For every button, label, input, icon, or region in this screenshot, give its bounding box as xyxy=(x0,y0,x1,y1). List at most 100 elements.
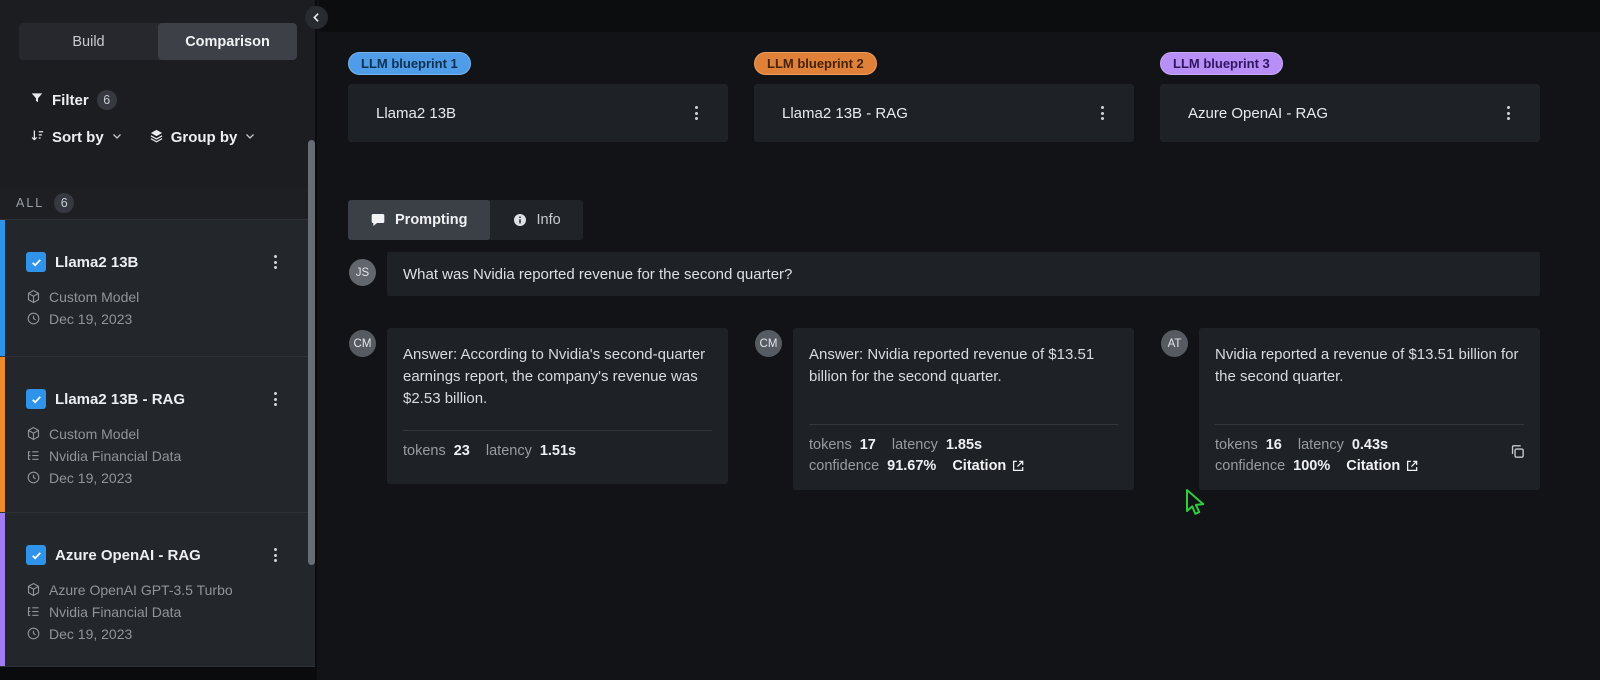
user-avatar: JS xyxy=(349,259,376,286)
model-accent-bar xyxy=(0,220,5,356)
filter-icon xyxy=(30,91,44,109)
blueprint-badge-3: LLM blueprint 3 xyxy=(1160,52,1283,75)
confidence-label: confidence xyxy=(1215,458,1285,474)
filter-label: Filter xyxy=(52,92,89,109)
top-band xyxy=(319,0,1600,32)
blueprint-name: Llama2 13B - RAG xyxy=(782,105,908,122)
model-date-row: Dec 19, 2023 xyxy=(26,625,233,642)
confidence-value: 100% xyxy=(1293,458,1330,474)
answer-card-3: Nvidia reported a revenue of $13.51 bill… xyxy=(1199,328,1540,490)
prompt-question-text: What was Nvidia reported revenue for the… xyxy=(403,266,792,283)
tokens-value: 16 xyxy=(1266,437,1282,453)
cube-icon xyxy=(26,289,41,304)
sidebar-bottom-strip xyxy=(0,666,315,680)
blueprint-badge-2: LLM blueprint 2 xyxy=(754,52,877,75)
cube-icon xyxy=(26,582,41,597)
model-accent-bar xyxy=(0,513,5,666)
tab-prompting[interactable]: Prompting xyxy=(348,200,490,240)
sidebar-collapse-button[interactable] xyxy=(305,6,328,29)
answer-avatar: AT xyxy=(1161,330,1188,357)
model-date-row: Dec 19, 2023 xyxy=(26,310,139,327)
section-all-label: ALL xyxy=(16,196,44,210)
section-all-count-badge: 6 xyxy=(54,193,74,213)
answer-stats: tokens 16 latency 0.43s confidence 100% … xyxy=(1215,424,1524,479)
model-checkbox[interactable] xyxy=(26,389,46,409)
chevron-left-icon xyxy=(310,11,323,24)
kebab-menu-icon[interactable] xyxy=(267,547,283,563)
model-item-llama2-13b-rag[interactable]: Llama2 13B - RAG Custom Model Nvidia Fin… xyxy=(0,356,315,512)
group-by-label: Group by xyxy=(171,129,238,146)
layers-icon xyxy=(149,128,164,147)
blueprint-header-card-2: Llama2 13B - RAG xyxy=(754,84,1134,142)
answer-avatar: CM xyxy=(349,330,376,357)
model-date-row: Dec 19, 2023 xyxy=(26,469,181,486)
latency-label: latency xyxy=(892,437,938,453)
sort-icon xyxy=(30,128,45,147)
tab-build[interactable]: Build xyxy=(19,23,158,60)
sidebar: Build Comparison Filter 6 Sort by xyxy=(0,0,317,680)
sidebar-scrollbar[interactable] xyxy=(308,140,315,565)
latency-value: 0.43s xyxy=(1352,437,1388,453)
model-name: Llama2 13B - RAG xyxy=(55,391,185,408)
answer-text: Answer: Nvidia reported revenue of $13.5… xyxy=(809,344,1118,388)
blueprint-name: Azure OpenAI - RAG xyxy=(1188,105,1328,122)
model-accent-bar xyxy=(0,357,5,512)
model-type-row: Custom Model xyxy=(26,288,139,305)
latency-value: 1.51s xyxy=(540,443,576,459)
blueprint-header-card-3: Azure OpenAI - RAG xyxy=(1160,84,1540,142)
answer-card-2: Answer: Nvidia reported revenue of $13.5… xyxy=(793,328,1134,490)
prompt-question-bar: What was Nvidia reported revenue for the… xyxy=(387,252,1540,296)
external-link-icon xyxy=(1405,459,1419,473)
filter-count-badge: 6 xyxy=(97,90,117,110)
clock-icon xyxy=(26,626,41,641)
answer-stats: tokens 23 latency 1.51s xyxy=(403,430,712,464)
answer-text: Answer: According to Nvidia's second-qua… xyxy=(403,344,712,410)
main-tab-bar: Prompting Info xyxy=(348,200,583,240)
external-link-icon xyxy=(1011,459,1025,473)
sort-by-dropdown[interactable]: Sort by xyxy=(30,128,123,147)
latency-label: latency xyxy=(1298,437,1344,453)
model-checkbox[interactable] xyxy=(26,252,46,272)
answer-stats: tokens 17 latency 1.85s confidence 91.67… xyxy=(809,424,1118,479)
kebab-menu-icon[interactable] xyxy=(688,105,704,121)
list-icon xyxy=(26,604,41,619)
section-header-all: ALL 6 xyxy=(0,186,315,220)
latency-value: 1.85s xyxy=(946,437,982,453)
model-dataset-row: Nvidia Financial Data xyxy=(26,447,181,464)
tokens-label: tokens xyxy=(403,443,446,459)
clock-icon xyxy=(26,470,41,485)
kebab-menu-icon[interactable] xyxy=(267,254,283,270)
speech-bubble-icon xyxy=(370,212,386,228)
answer-text: Nvidia reported a revenue of $13.51 bill… xyxy=(1215,344,1524,388)
tokens-label: tokens xyxy=(809,437,852,453)
kebab-menu-icon[interactable] xyxy=(267,391,283,407)
model-name: Llama2 13B xyxy=(55,254,138,271)
list-icon xyxy=(26,448,41,463)
tokens-value: 23 xyxy=(454,443,470,459)
tab-info[interactable]: Info xyxy=(490,200,583,240)
tab-comparison[interactable]: Comparison xyxy=(158,23,297,60)
filter-control[interactable]: Filter 6 xyxy=(30,88,117,112)
latency-label: latency xyxy=(486,443,532,459)
tokens-label: tokens xyxy=(1215,437,1258,453)
mouse-cursor xyxy=(1180,487,1208,524)
kebab-menu-icon[interactable] xyxy=(1094,105,1110,121)
model-dataset-row: Nvidia Financial Data xyxy=(26,603,233,620)
copy-icon xyxy=(1509,443,1526,460)
kebab-menu-icon[interactable] xyxy=(1500,105,1516,121)
cube-icon xyxy=(26,426,41,441)
clock-icon xyxy=(26,311,41,326)
copy-button[interactable] xyxy=(1506,440,1528,462)
citation-link[interactable]: Citation xyxy=(952,458,1025,474)
group-by-dropdown[interactable]: Group by xyxy=(149,128,257,147)
model-item-azure-openai-rag[interactable]: Azure OpenAI - RAG Azure OpenAI GPT-3.5 … xyxy=(0,512,315,666)
model-item-llama2-13b[interactable]: Llama2 13B Custom Model Dec 19, 2023 xyxy=(0,220,315,356)
model-checkbox[interactable] xyxy=(26,545,46,565)
chevron-down-icon xyxy=(244,129,256,146)
llm-comparison-app: Build Comparison Filter 6 Sort by xyxy=(0,0,1600,680)
blueprint-header-card-1: Llama2 13B xyxy=(348,84,728,142)
citation-link[interactable]: Citation xyxy=(1346,458,1419,474)
answer-avatar: CM xyxy=(755,330,782,357)
sort-group-row: Sort by Group by xyxy=(30,128,256,147)
sidebar-tab-group: Build Comparison xyxy=(19,23,297,60)
